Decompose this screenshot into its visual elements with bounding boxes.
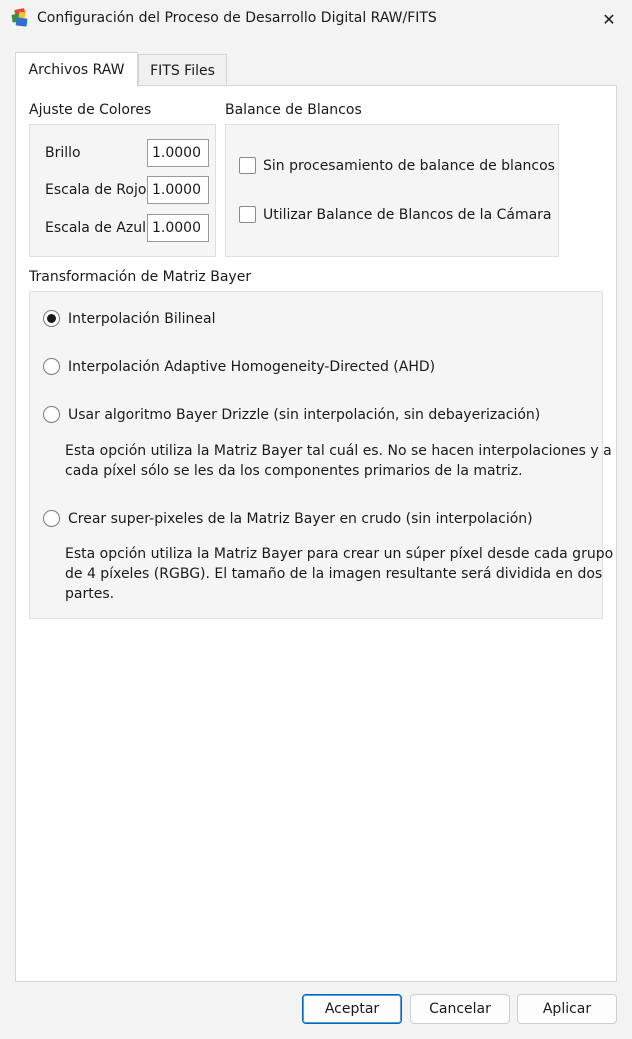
bayer-drizzle-description: Esta opción utiliza la Matriz Bayer tal …: [65, 441, 612, 481]
bayer-group-label: Transformación de Matriz Bayer: [29, 269, 252, 285]
description-line: Esta opción utiliza la Matriz Bayer tal …: [65, 443, 612, 459]
radio-ahd[interactable]: Interpolación Adaptive Homogeneity-Direc…: [43, 358, 435, 375]
no-wb-processing-label: Sin procesamiento de balance de blancos: [263, 157, 555, 174]
accept-button[interactable]: Aceptar: [302, 994, 402, 1024]
radio-button[interactable]: [43, 510, 60, 527]
radio-bilinear-label: Interpolación Bilineal: [68, 310, 216, 327]
description-line: Esta opción utiliza la Matriz Bayer para…: [65, 546, 614, 562]
super-pixels-description: Esta opción utiliza la Matriz Bayer para…: [65, 544, 614, 604]
tab-label: FITS Files: [150, 62, 215, 79]
radio-super-pixels[interactable]: Crear super-pixeles de la Matriz Bayer e…: [43, 510, 533, 527]
white-balance-group-label: Balance de Blancos: [225, 102, 362, 118]
color-adjust-group: Brillo Escala de Rojo Escala de Azul: [29, 124, 216, 257]
red-scale-label: Escala de Rojo: [45, 182, 147, 198]
checkbox-box[interactable]: [239, 157, 256, 174]
brightness-label: Brillo: [45, 145, 81, 161]
radio-ahd-label: Interpolación Adaptive Homogeneity-Direc…: [68, 358, 436, 375]
radio-button[interactable]: [43, 310, 60, 327]
checkbox-box[interactable]: [239, 206, 256, 223]
app-icon: [11, 8, 28, 27]
tab-fits-files[interactable]: FITS Files: [138, 54, 227, 86]
description-line: partes.: [65, 586, 115, 602]
camera-wb-label: Utilizar Balance de Blancos de la Cámara: [263, 206, 552, 223]
blue-scale-input[interactable]: [147, 214, 209, 242]
apply-button[interactable]: Aplicar: [517, 994, 617, 1024]
radio-bayer-drizzle[interactable]: Usar algoritmo Bayer Drizzle (sin interp…: [43, 406, 540, 423]
description-line: de 4 píxeles (RGBG). El tamaño de la ima…: [65, 566, 603, 582]
description-line: cada píxel sólo se les da los componente…: [65, 463, 523, 479]
tab-label: Archivos RAW: [28, 62, 125, 78]
radio-button[interactable]: [43, 358, 60, 375]
radio-bayer-drizzle-label: Usar algoritmo Bayer Drizzle (sin interp…: [68, 406, 541, 423]
tab-archivos-raw[interactable]: Archivos RAW: [15, 52, 138, 87]
blue-scale-label: Escala de Azul: [45, 220, 146, 236]
radio-selected-dot: [47, 314, 56, 323]
radio-super-pixels-label: Crear super-pixeles de la Matriz Bayer e…: [68, 510, 533, 527]
radio-button[interactable]: [43, 406, 60, 423]
radio-bilinear[interactable]: Interpolación Bilineal: [43, 310, 216, 327]
brightness-input[interactable]: [147, 139, 209, 167]
red-scale-input[interactable]: [147, 176, 209, 204]
cancel-button[interactable]: Cancelar: [410, 994, 510, 1024]
camera-wb-checkbox[interactable]: Utilizar Balance de Blancos de la Cámara: [239, 206, 552, 223]
color-adjust-group-label: Ajuste de Colores: [29, 102, 152, 118]
close-button[interactable]: ✕: [586, 0, 632, 38]
bayer-group: Interpolación Bilineal Interpolación Ada…: [29, 291, 614, 619]
window-title: Configuración del Proceso de Desarrollo …: [37, 10, 437, 26]
white-balance-group: Sin procesamiento de balance de blancos …: [225, 124, 559, 257]
title-bar: Configuración del Proceso de Desarrollo …: [0, 0, 632, 38]
close-icon: ✕: [602, 9, 616, 29]
tab-panel: Ajuste de Colores Brillo Escala de Rojo …: [15, 85, 617, 982]
no-wb-processing-checkbox[interactable]: Sin procesamiento de balance de blancos: [239, 157, 555, 174]
